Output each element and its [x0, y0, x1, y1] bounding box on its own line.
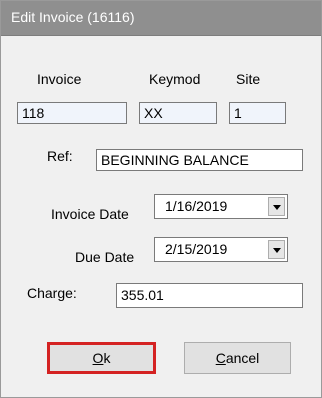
chevron-down-icon — [273, 205, 281, 210]
keymod-field: XX — [139, 102, 217, 124]
invoice-number-field: 118 — [17, 102, 127, 124]
charge-label: Charge: — [27, 285, 77, 301]
site-header-label: Site — [236, 71, 261, 87]
due-date-picker[interactable]: 2/15/2019 — [154, 237, 288, 262]
cancel-button[interactable]: Cancel — [184, 342, 291, 374]
due-date-dropdown-button[interactable] — [268, 240, 285, 259]
window-title: Edit Invoice (16116) — [11, 9, 135, 25]
ok-label-rest: k — [103, 350, 111, 366]
chevron-down-icon — [273, 248, 281, 253]
title-bar[interactable]: Edit Invoice (16116) — [1, 1, 321, 36]
cancel-mnemonic: C — [215, 350, 226, 366]
invoice-date-label: Invoice Date — [51, 206, 129, 222]
edit-invoice-dialog: Edit Invoice (16116) Invoice Keymod Site… — [0, 0, 322, 398]
invoice-date-value: 1/16/2019 — [165, 198, 228, 214]
charge-input[interactable]: 355.01 — [116, 283, 303, 308]
keymod-header-label: Keymod — [149, 71, 201, 87]
ok-button[interactable]: Ok — [47, 342, 156, 374]
ref-label: Ref: — [47, 148, 73, 164]
invoice-date-picker[interactable]: 1/16/2019 — [154, 194, 288, 219]
site-field: 1 — [229, 102, 286, 124]
invoice-header-label: Invoice — [37, 71, 82, 87]
ref-input[interactable]: BEGINNING BALANCE — [96, 149, 303, 171]
due-date-value: 2/15/2019 — [165, 241, 228, 257]
due-date-label: Due Date — [75, 249, 135, 265]
cancel-label-rest: ancel — [225, 350, 260, 366]
invoice-date-dropdown-button[interactable] — [268, 197, 285, 216]
ok-mnemonic: O — [92, 350, 104, 366]
